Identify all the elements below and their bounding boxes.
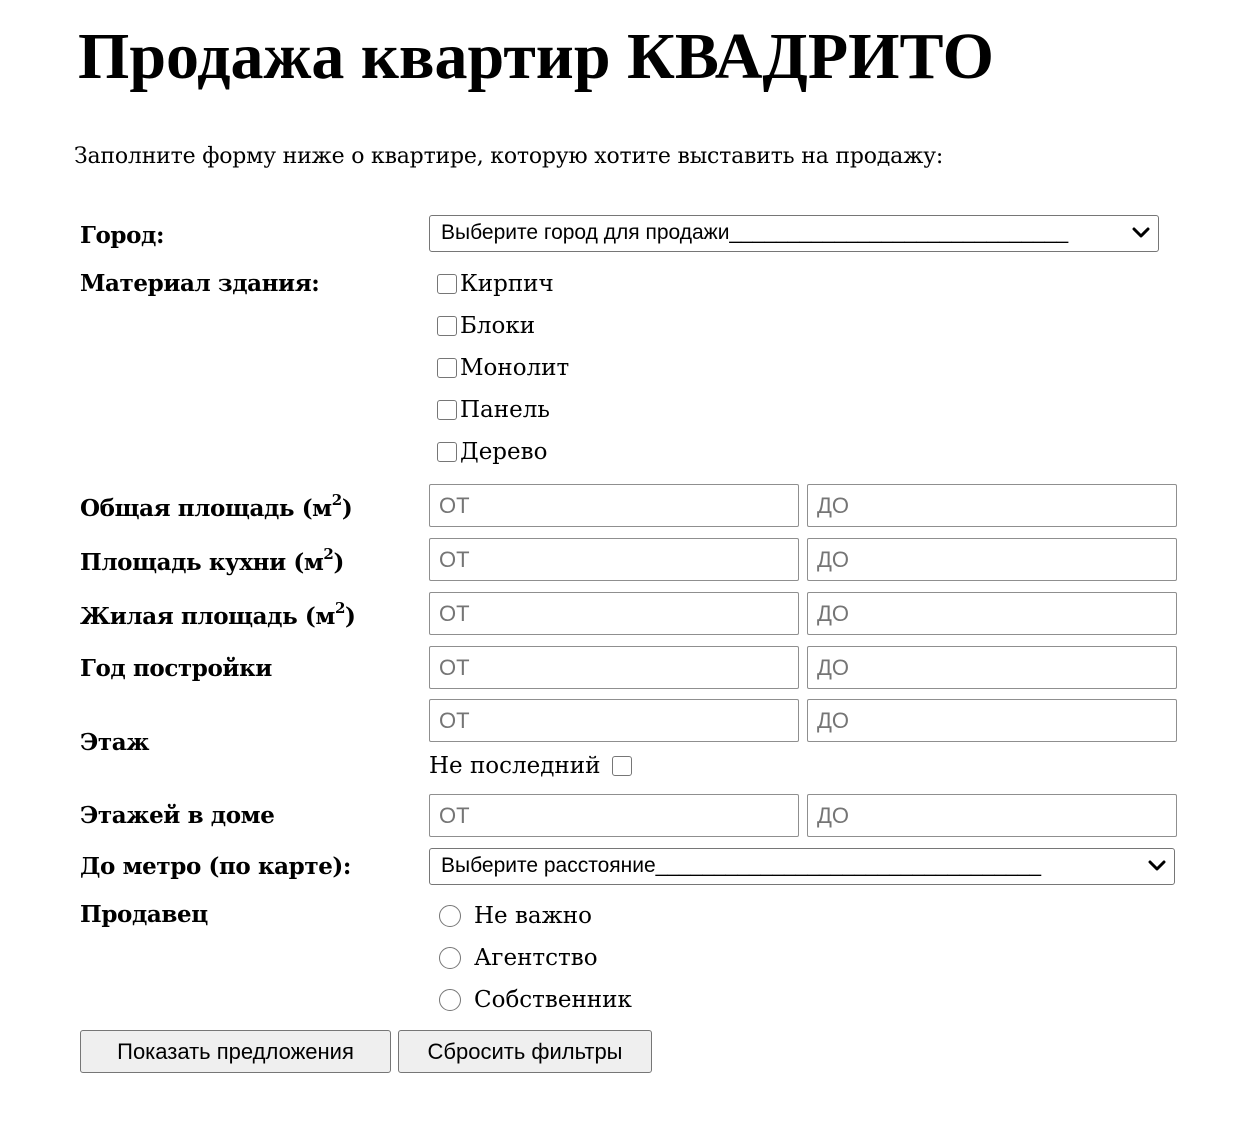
floor-from-input[interactable] xyxy=(429,699,799,742)
reset-filters-button[interactable]: Сбросить фильтры xyxy=(398,1030,652,1073)
seller-option-any[interactable]: Не важно xyxy=(439,898,592,934)
floors-in-building-to-input[interactable] xyxy=(807,794,1177,837)
brick-checkbox[interactable] xyxy=(437,274,457,294)
material-option-brick[interactable]: Кирпич xyxy=(437,266,554,302)
kitchen-area-from-input[interactable] xyxy=(429,538,799,581)
monolith-checkbox[interactable] xyxy=(437,358,457,378)
metro-distance-select[interactable]: Выберите расстояние_____________________… xyxy=(429,848,1175,885)
seller-owner-radio[interactable] xyxy=(439,989,461,1011)
seller-option-agency[interactable]: Агентство xyxy=(439,940,598,976)
material-option-wood[interactable]: Дерево xyxy=(437,434,547,470)
floors-in-building-label: Этажей в доме xyxy=(80,802,275,829)
material-option-label: Кирпич xyxy=(460,271,554,297)
material-option-monolith[interactable]: Монолит xyxy=(437,350,569,386)
material-option-label: Дерево xyxy=(460,439,548,465)
material-label: Материал здания: xyxy=(80,270,320,297)
total-area-to-input[interactable] xyxy=(807,484,1177,527)
year-built-to-input[interactable] xyxy=(807,646,1177,689)
page-title: Продажа квартир КВАДРИТО xyxy=(78,20,994,93)
total-area-from-input[interactable] xyxy=(429,484,799,527)
chevron-down-icon xyxy=(1148,860,1166,871)
metro-distance-select-value: Выберите расстояние_____________________… xyxy=(441,854,1042,877)
seller-option-owner[interactable]: Собственник xyxy=(439,982,632,1018)
form-intro: Заполните форму ниже о квартире, которую… xyxy=(74,144,944,169)
seller-any-radio[interactable] xyxy=(439,905,461,927)
metro-distance-label: До метро (по карте): xyxy=(80,853,352,880)
not-last-floor-checkbox[interactable] xyxy=(612,756,633,776)
city-label: Город: xyxy=(80,222,165,249)
panel-checkbox[interactable] xyxy=(437,400,457,420)
show-offers-button[interactable]: Показать предложения xyxy=(80,1030,391,1073)
seller-option-label: Собственник xyxy=(474,987,632,1013)
kitchen-area-to-input[interactable] xyxy=(807,538,1177,581)
year-built-from-input[interactable] xyxy=(429,646,799,689)
seller-option-label: Не важно xyxy=(474,903,592,929)
blocks-checkbox[interactable] xyxy=(437,316,457,336)
city-select[interactable]: Выберите город для продажи______________… xyxy=(429,215,1159,252)
floor-label: Этаж xyxy=(80,729,150,756)
material-option-label: Монолит xyxy=(460,355,570,381)
seller-label: Продавец xyxy=(80,901,208,928)
material-option-blocks[interactable]: Блоки xyxy=(437,308,535,344)
year-built-label: Год постройки xyxy=(80,655,272,682)
seller-agency-radio[interactable] xyxy=(439,947,461,969)
seller-option-label: Агентство xyxy=(474,945,598,971)
not-last-floor-label: Не последний xyxy=(429,753,601,779)
city-select-value: Выберите город для продажи______________… xyxy=(441,221,1069,244)
material-option-label: Панель xyxy=(460,397,550,423)
wood-checkbox[interactable] xyxy=(437,442,457,462)
floor-to-input[interactable] xyxy=(807,699,1177,742)
kitchen-area-label: Площадь кухни (м2) xyxy=(80,545,344,576)
living-area-label: Жилая площадь (м2) xyxy=(80,599,356,630)
living-area-from-input[interactable] xyxy=(429,592,799,635)
not-last-floor-option[interactable]: Не последний xyxy=(429,748,635,784)
material-option-label: Блоки xyxy=(460,313,536,339)
material-option-panel[interactable]: Панель xyxy=(437,392,550,428)
floors-in-building-from-input[interactable] xyxy=(429,794,799,837)
total-area-label: Общая площадь (м2) xyxy=(80,491,353,522)
living-area-to-input[interactable] xyxy=(807,592,1177,635)
chevron-down-icon xyxy=(1132,227,1150,238)
